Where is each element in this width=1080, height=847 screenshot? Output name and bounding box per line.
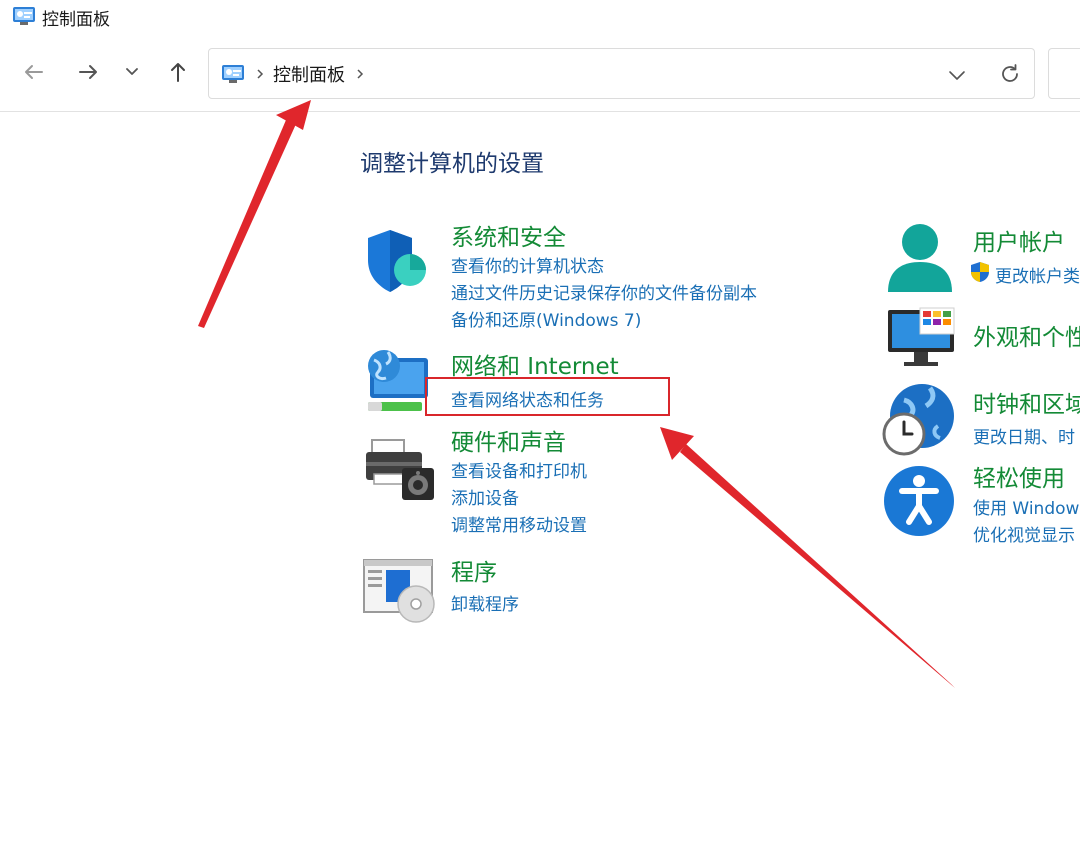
arrow-left-icon	[25, 65, 43, 79]
chevron-right-icon[interactable]	[353, 65, 367, 83]
shield-icon[interactable]	[362, 226, 434, 294]
monitor-personalize-icon[interactable]	[884, 306, 958, 368]
address-bar[interactable]: 控制面板	[208, 48, 1035, 99]
link-file-history-backup[interactable]: 通过文件历史记录保存你的文件备份副本	[451, 279, 757, 304]
chevron-right-icon[interactable]	[253, 65, 267, 83]
page-heading: 调整计算机的设置	[360, 151, 544, 177]
uac-shield-icon	[971, 262, 989, 282]
up-button[interactable]	[164, 58, 192, 86]
recent-locations-button[interactable]	[118, 58, 144, 86]
accessibility-icon[interactable]	[882, 464, 956, 538]
category-title-ease-of-access[interactable]: 轻松使用	[973, 459, 1065, 493]
chevron-down-icon	[126, 68, 138, 75]
breadcrumb-control-panel[interactable]: 控制面板	[273, 61, 345, 87]
navigation-bar: 控制面板	[0, 34, 1080, 112]
category-title-user-accounts[interactable]: 用户帐户	[973, 223, 1065, 257]
user-account-icon[interactable]	[884, 222, 956, 296]
link-use-windows-suggestions[interactable]: 使用 Windows	[973, 494, 1080, 519]
annotation-arrow-up	[198, 120, 296, 328]
link-uninstall-program[interactable]: 卸载程序	[451, 590, 519, 615]
category-title-hardware-sound[interactable]: 硬件和声音	[451, 423, 566, 457]
highlight-box	[425, 377, 670, 416]
network-globe-icon[interactable]	[362, 348, 434, 414]
category-title-programs[interactable]: 程序	[451, 553, 497, 587]
link-view-devices-printers[interactable]: 查看设备和打印机	[451, 457, 587, 482]
category-title-clock-region[interactable]: 时钟和区域	[973, 385, 1080, 419]
control-panel-icon	[222, 65, 244, 83]
arrow-up-icon	[171, 63, 185, 82]
link-change-account-type[interactable]: 更改帐户类	[995, 262, 1080, 287]
refresh-icon[interactable]	[997, 61, 1023, 87]
forward-button[interactable]	[74, 58, 102, 86]
link-optimize-visual-display[interactable]: 优化视觉显示	[973, 521, 1075, 546]
link-view-computer-status[interactable]: 查看你的计算机状态	[451, 252, 604, 277]
link-backup-restore[interactable]: 备份和还原(Windows 7)	[451, 306, 641, 331]
arrow-right-icon	[79, 65, 97, 79]
link-mobility-settings[interactable]: 调整常用移动设置	[451, 511, 587, 536]
link-add-device[interactable]: 添加设备	[451, 484, 519, 509]
printer-speaker-icon[interactable]	[362, 438, 436, 502]
annotation-arrowhead-left	[660, 427, 694, 460]
control-panel-icon	[13, 7, 35, 25]
programs-disc-icon[interactable]	[362, 558, 436, 624]
address-history-dropdown[interactable]	[945, 63, 969, 87]
title-bar: 控制面板	[0, 0, 1080, 34]
back-button[interactable]	[20, 58, 48, 86]
window-title: 控制面板	[42, 10, 110, 30]
link-change-date-time[interactable]: 更改日期、时	[973, 423, 1075, 448]
category-title-system-security[interactable]: 系统和安全	[451, 218, 566, 252]
category-title-network-internet[interactable]: 网络和 Internet	[451, 347, 619, 381]
category-title-appearance[interactable]: 外观和个性	[973, 318, 1080, 352]
clock-globe-icon[interactable]	[880, 382, 956, 456]
search-box[interactable]	[1048, 48, 1080, 99]
